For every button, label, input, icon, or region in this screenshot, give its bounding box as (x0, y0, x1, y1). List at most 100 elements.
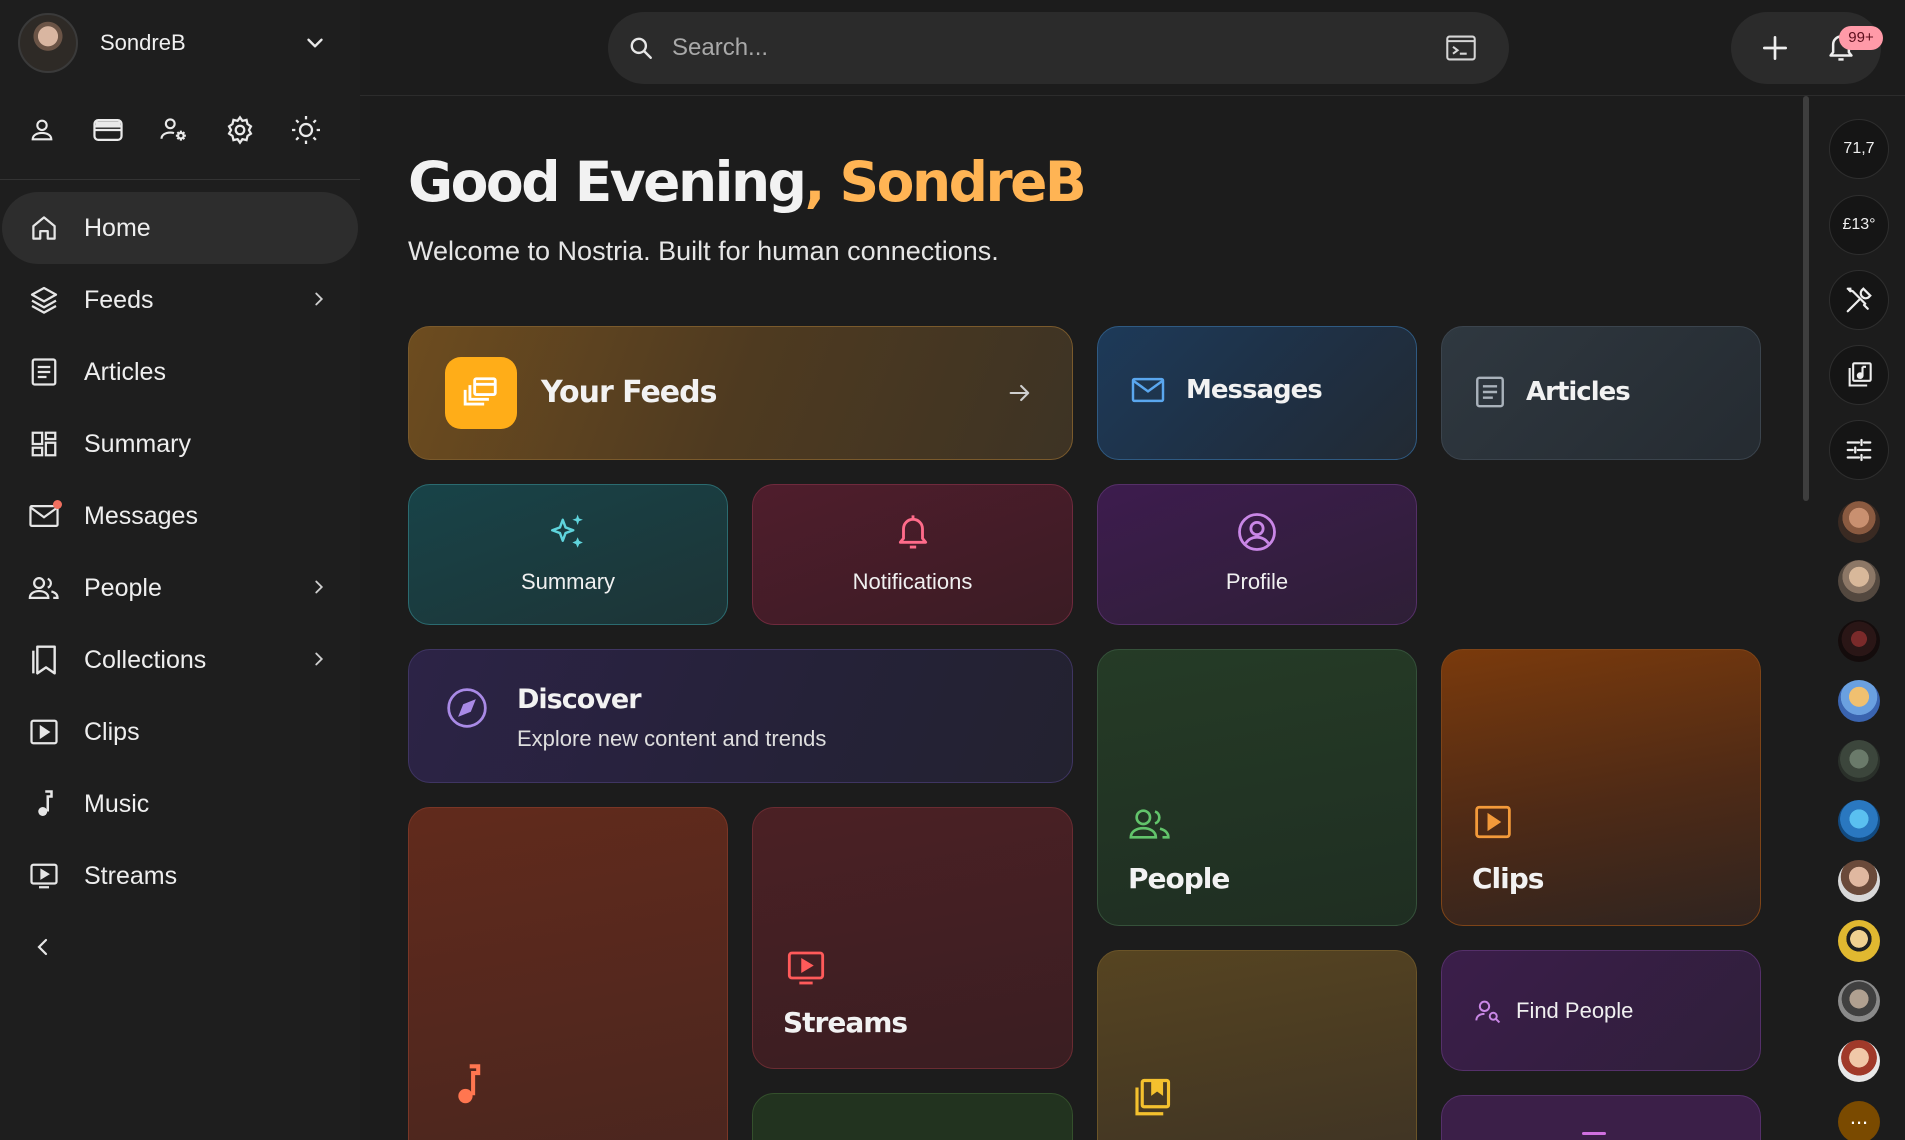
collapse-sidebar-button[interactable] (28, 932, 58, 962)
sidebar-item-summary[interactable]: Summary (2, 408, 358, 480)
sidebar-item-feeds[interactable]: Feeds (2, 264, 358, 336)
search-icon (626, 33, 656, 63)
find-people-label: Find People (1516, 998, 1634, 1023)
clips-card[interactable]: Clips (1441, 649, 1761, 926)
card-icon (1582, 1132, 1606, 1135)
people-card[interactable]: People (1097, 649, 1417, 926)
sidebar-item-label: Articles (84, 357, 166, 386)
greeting-separator: , (804, 150, 840, 214)
scrollbar[interactable] (1803, 96, 1809, 501)
sidebar-item-clips[interactable]: Clips (2, 696, 358, 768)
sidebar-item-label: People (84, 573, 162, 602)
avatar[interactable] (1838, 860, 1880, 902)
sidebar-item-collections[interactable]: Collections (2, 624, 358, 696)
music-note-icon (28, 788, 60, 820)
terminal-icon[interactable] (1445, 34, 1477, 62)
library-bookmark-icon (1130, 1077, 1172, 1119)
home-icon (28, 212, 60, 244)
profile-card[interactable]: Profile (1097, 484, 1417, 625)
profile-label: Profile (1225, 569, 1289, 594)
more-card[interactable] (1441, 1095, 1761, 1140)
profile-tile: Profile (1098, 511, 1416, 595)
sidebar-item-label: Clips (84, 717, 140, 746)
article-icon (1474, 375, 1506, 409)
sidebar-item-music[interactable]: Music (2, 768, 358, 840)
messages-card-header: Messages (1130, 375, 1323, 405)
mail-icon (1130, 375, 1166, 405)
avatar[interactable] (1838, 680, 1880, 722)
account-switcher[interactable]: SondreB (18, 12, 338, 74)
summary-card[interactable]: Summary (408, 484, 728, 625)
rail-widget[interactable]: 71,7 (1829, 119, 1889, 179)
messages-card[interactable]: Messages (1097, 326, 1417, 460)
search-bar[interactable] (608, 12, 1509, 84)
clips-title: Clips (1472, 862, 1544, 895)
article-icon (28, 356, 60, 388)
compass-icon (445, 686, 489, 730)
rail-widget[interactable]: £13° (1829, 195, 1889, 255)
account-name: SondreB (100, 30, 186, 55)
sidebar-item-streams[interactable]: Streams (2, 840, 358, 912)
chevron-right-icon[interactable] (308, 288, 330, 310)
articles-card[interactable]: Articles (1441, 326, 1761, 460)
find-people-card[interactable]: Find People (1441, 950, 1761, 1071)
summary-tile: Summary (409, 511, 727, 595)
avatar[interactable] (1838, 980, 1880, 1022)
play-box-icon (28, 716, 60, 748)
music-library-button[interactable] (1829, 345, 1889, 405)
sidebar-item-people[interactable]: People (2, 552, 358, 624)
gear-icon[interactable] (222, 112, 258, 148)
more-avatars-button[interactable]: ... (1838, 1101, 1880, 1140)
your-feeds-card[interactable]: Your Feeds (408, 326, 1073, 460)
avatar[interactable] (1838, 1040, 1880, 1082)
avatar[interactable] (1838, 501, 1880, 543)
chevron-down-icon[interactable] (302, 30, 328, 56)
people-icon (1128, 804, 1172, 844)
bell-icon (894, 511, 932, 553)
tune-icon (1844, 435, 1874, 465)
discover-description: Explore new content and trends (517, 726, 827, 751)
sidebar-item-home[interactable]: Home (2, 192, 358, 264)
messages-title: Messages (1186, 375, 1323, 405)
add-button[interactable] (1759, 32, 1791, 64)
search-input[interactable] (672, 34, 1432, 62)
collections-card[interactable] (1097, 950, 1417, 1140)
topbar-divider (360, 95, 1905, 96)
avatar[interactable] (18, 13, 78, 73)
tune-button[interactable] (1829, 420, 1889, 480)
quick-actions (24, 112, 324, 148)
avatar[interactable] (1838, 620, 1880, 662)
avatar[interactable] (1838, 560, 1880, 602)
discover-card[interactable]: Discover Explore new content and trends (408, 649, 1073, 783)
sidebar-item-articles[interactable]: Articles (2, 336, 358, 408)
mail-icon (28, 500, 62, 532)
notifications-label: Notifications (852, 569, 973, 594)
streams-card[interactable]: Streams (752, 807, 1073, 1069)
person-search-icon (1474, 997, 1502, 1025)
people-icon (28, 572, 60, 604)
avatar[interactable] (1838, 920, 1880, 962)
your-feeds-title: Your Feeds (541, 375, 717, 410)
rail-widget-value: £13° (1842, 216, 1876, 233)
more-card[interactable] (752, 1093, 1073, 1140)
avatar[interactable] (1838, 800, 1880, 842)
rail-widget-value: 71,7 (1843, 140, 1875, 157)
wallet-icon[interactable] (90, 112, 126, 148)
page-subtitle: Welcome to Nostria. Built for human conn… (408, 236, 999, 266)
sidebar-item-messages[interactable]: Messages (2, 480, 358, 552)
tools-button[interactable] (1829, 270, 1889, 330)
notifications-card[interactable]: Notifications (752, 484, 1073, 625)
sidebar-divider (0, 179, 360, 180)
chevron-right-icon[interactable] (308, 648, 330, 670)
chevron-right-icon[interactable] (308, 576, 330, 598)
sun-icon[interactable] (288, 112, 324, 148)
music-card[interactable] (408, 807, 728, 1140)
account-settings-icon[interactable] (156, 112, 192, 148)
avatar[interactable] (1838, 740, 1880, 782)
discover-title: Discover (517, 684, 642, 715)
sidebar-item-label: Summary (84, 429, 191, 458)
music-library-icon (1845, 361, 1873, 389)
sidebar-item-label: Home (84, 213, 151, 242)
person-icon[interactable] (24, 112, 60, 148)
sidebar-item-label: Messages (84, 501, 198, 530)
